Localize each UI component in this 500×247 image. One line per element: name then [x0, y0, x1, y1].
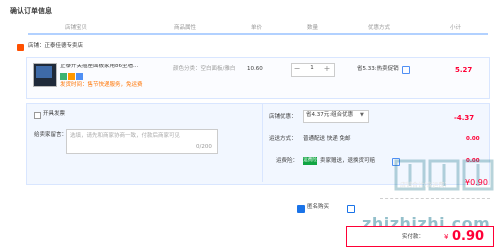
unit-price: 10.60 — [247, 66, 263, 72]
shop-icon — [17, 44, 24, 51]
insurance-badge-label: 运费险 — [303, 158, 317, 163]
page-title: 确认订单信息 — [10, 7, 52, 15]
header-discount: 优惠方式 — [368, 25, 391, 31]
pay-total: 0.90 — [452, 229, 485, 244]
quantity-decrease-button[interactable]: − — [292, 63, 302, 75]
chevron-down-icon: ▼ — [360, 112, 364, 118]
badge-7day-icon — [60, 73, 67, 80]
shop-discount-selected: 省4.37元:组合优惠 — [306, 112, 354, 118]
header-subtotal: 小计 — [450, 25, 462, 31]
item-discount: 省5.33:热卖促销 — [357, 66, 399, 72]
badge-guarantee-icon — [68, 73, 75, 80]
pay-currency: ¥ — [444, 233, 449, 241]
product-promo: 发货时间：售节快递服务，免运费 — [60, 82, 143, 88]
pay-label: 实付款： — [402, 234, 425, 240]
shipping-label: 运送方式： — [269, 136, 297, 142]
insurance-label: 运费险： — [276, 158, 299, 164]
watermark-text: 店铺合计(含运费) — [400, 182, 447, 189]
shipping-fee: 0.00 — [466, 136, 480, 142]
shop-name[interactable]: 正泰佳德专卖店 — [45, 43, 84, 49]
header-attributes: 商品属性 — [174, 25, 197, 31]
shop-discount-value: -4.37 — [454, 114, 475, 122]
watermark-amount: ¥0.90 — [465, 178, 488, 187]
item-subtotal: 5.27 — [455, 66, 473, 74]
shop-line[interactable]: 店铺：正泰佳德专卖店 — [28, 43, 84, 50]
product-image-icon — [36, 66, 52, 78]
shipping-method: 普通配送 快递 免邮 — [303, 136, 351, 142]
message-placeholder: 选填，请先和商家协商一致，付款后商家可见 — [70, 133, 181, 139]
quantity-input[interactable]: 1 — [306, 65, 318, 72]
invoice-checkbox[interactable] — [34, 112, 41, 119]
message-char-count: 0/200 — [196, 144, 212, 150]
quantity-increase-button[interactable]: + — [322, 63, 332, 75]
dashed-divider — [380, 198, 490, 200]
anonymous-label: 匿名购买 — [307, 204, 330, 210]
header-quantity: 数量 — [307, 25, 319, 31]
product-name[interactable]: 正泰开关插座面板家用86型墙... — [60, 64, 150, 70]
shop-label: 店铺： — [28, 43, 45, 49]
header-unit-price: 单价 — [251, 25, 263, 31]
badge-invoice-icon — [76, 73, 83, 80]
insurance-text: 卖家赠送，退换货可赔 — [320, 158, 376, 164]
discount-info-icon[interactable] — [402, 66, 410, 74]
product-attributes: 颜色分类：空白面板/雅白 — [173, 66, 236, 72]
header-items: 店铺宝贝 — [65, 25, 88, 31]
message-label: 给卖家留言： — [34, 132, 68, 138]
secondary-checkbox[interactable] — [347, 205, 355, 213]
invoice-label: 开具发票 — [43, 111, 66, 117]
anonymous-checkbox[interactable] — [297, 205, 305, 213]
shop-discount-label: 店铺优惠： — [269, 114, 297, 120]
